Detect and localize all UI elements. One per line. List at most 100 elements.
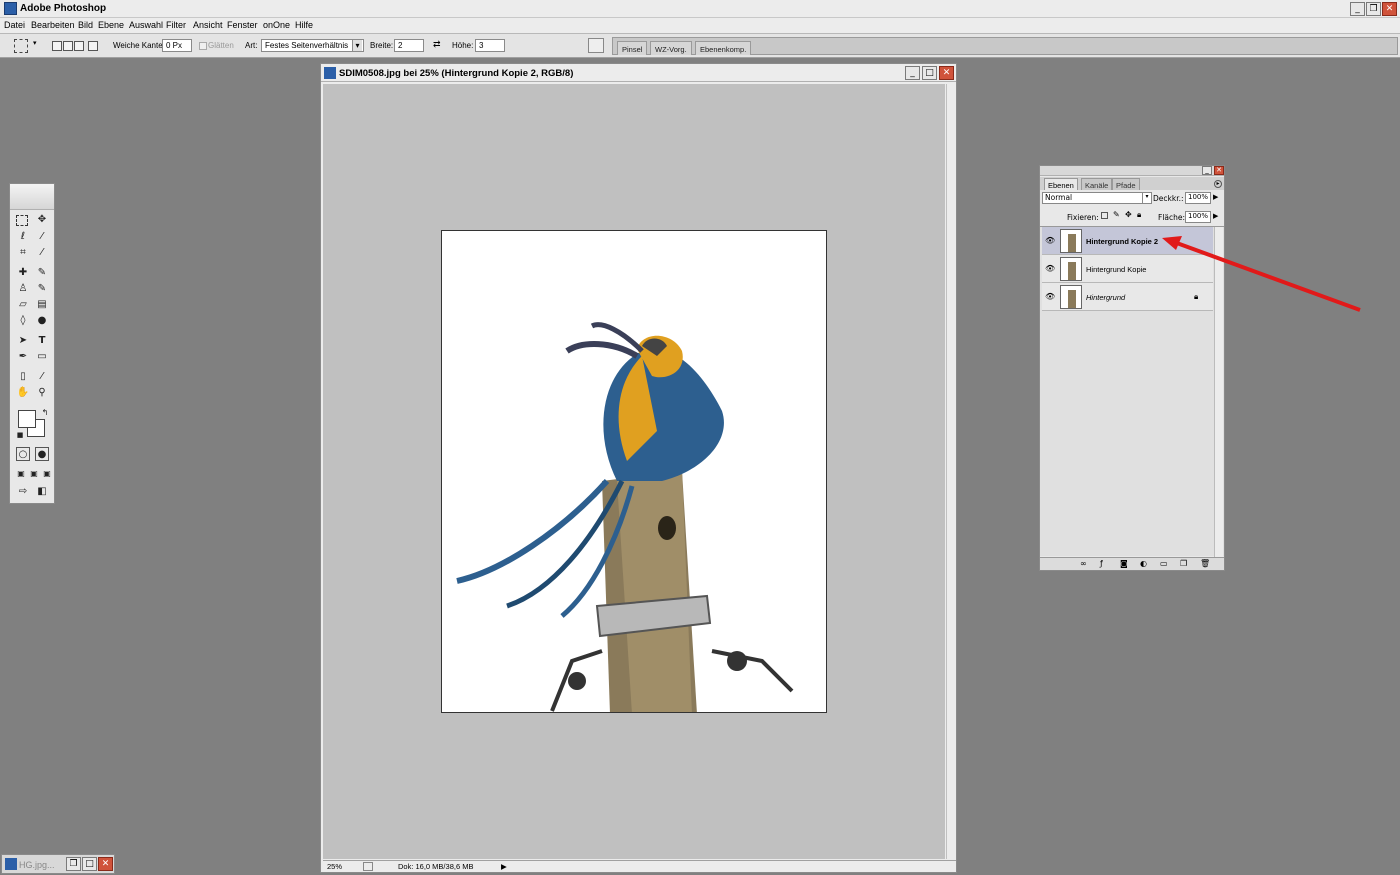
doc-close-button[interactable]: ✕ (939, 66, 954, 80)
tab-pfade[interactable]: Pfade (1112, 178, 1140, 190)
document-image[interactable] (441, 230, 827, 713)
layer-style-icon[interactable]: ƒ (1100, 559, 1103, 568)
magic-wand-tool-icon[interactable]: ⁄ (35, 230, 49, 244)
shape-tool-icon[interactable]: ▭ (35, 350, 49, 364)
visibility-eye-icon[interactable]: 👁︎ (1045, 293, 1055, 301)
add-mask-icon[interactable]: ◙ (1120, 559, 1128, 568)
eraser-tool-icon[interactable]: ▱ (16, 298, 30, 312)
link-layers-icon[interactable]: ∞ (1080, 559, 1087, 568)
restore-window-button[interactable]: ❐ (1366, 2, 1381, 16)
tab-ebenen[interactable]: Ebenen (1044, 178, 1078, 190)
chevron-down-icon[interactable]: ▾ (1142, 193, 1151, 203)
tab-kanaele[interactable]: Kanäle (1081, 178, 1113, 190)
document-vertical-scrollbar[interactable] (946, 84, 956, 859)
swap-colors-icon[interactable]: ↰ (38, 406, 52, 420)
zoom-level[interactable]: 25% (327, 862, 342, 871)
feather-input[interactable]: 0 Px (162, 39, 192, 52)
menu-filter[interactable]: Filter (166, 20, 186, 30)
width-input[interactable]: 2 (394, 39, 424, 52)
lock-transparency-icon[interactable] (1101, 212, 1108, 219)
edit-in-imageready-icon[interactable]: ◧ (35, 485, 49, 499)
opacity-input[interactable]: 100% (1185, 192, 1211, 204)
well-tab-pinsel[interactable]: Pinsel (617, 41, 648, 55)
new-group-icon[interactable]: ▭ (1160, 559, 1168, 568)
crop-tool-icon[interactable]: ⌗ (16, 246, 30, 260)
height-input[interactable]: 3 (475, 39, 505, 52)
layer-name[interactable]: Hintergrund Kopie (1086, 265, 1146, 274)
new-layer-icon[interactable]: ❐ (1180, 559, 1187, 568)
pen-tool-icon[interactable]: ✒ (16, 350, 30, 364)
lock-position-icon[interactable]: ✥ (1125, 210, 1132, 219)
blur-tool-icon[interactable]: ◊ (16, 314, 30, 328)
dodge-tool-icon[interactable]: ● (35, 314, 49, 328)
antialias-checkbox[interactable] (199, 42, 207, 50)
marquee-tool-preset-icon[interactable] (14, 39, 28, 53)
menu-ansicht[interactable]: Ansicht (193, 20, 223, 30)
foreground-color-swatch[interactable] (18, 410, 36, 428)
screen-mode-standard-icon[interactable]: ▣ (14, 467, 28, 481)
close-doc-button[interactable]: ✕ (98, 857, 113, 871)
restore-doc-button[interactable]: ❐ (66, 857, 81, 871)
type-tool-icon[interactable]: T (35, 334, 49, 348)
menu-bearbeiten[interactable]: Bearbeiten (31, 20, 75, 30)
default-colors-icon[interactable]: ■ (13, 428, 27, 442)
zoom-preview-icon[interactable] (363, 862, 373, 871)
add-selection-icon[interactable] (63, 41, 73, 51)
path-selection-tool-icon[interactable]: ➤ (16, 334, 30, 348)
minimize-window-button[interactable]: _ (1350, 2, 1365, 16)
zoom-tool-icon[interactable]: ⚲ (35, 386, 49, 400)
rect-marquee-tool-icon[interactable] (16, 215, 28, 226)
chevron-down-icon[interactable]: ▾ (33, 39, 37, 47)
visibility-eye-icon[interactable]: 👁︎ (1045, 237, 1055, 245)
gradient-tool-icon[interactable]: ▤ (35, 298, 49, 312)
chevron-down-icon[interactable]: ▾ (352, 40, 362, 51)
clone-stamp-tool-icon[interactable]: ♙ (16, 282, 30, 296)
hand-tool-icon[interactable]: ✋ (16, 386, 30, 400)
close-window-button[interactable]: ✕ (1382, 2, 1397, 16)
well-tab-wz-vorg[interactable]: WZ-Vorg. (650, 41, 692, 55)
layer-name[interactable]: Hintergrund (1086, 293, 1125, 302)
history-brush-tool-icon[interactable]: ✎ (35, 282, 49, 296)
doc-size-info[interactable]: Dok: 16,0 MB/38,6 MB (398, 862, 473, 871)
minimized-document[interactable]: HG.jpg... ❐ □ ✕ (1, 854, 115, 874)
intersect-selection-icon[interactable] (88, 41, 98, 51)
menu-hilfe[interactable]: Hilfe (295, 20, 313, 30)
file-browser-icon[interactable] (588, 38, 604, 53)
standard-mode-icon[interactable]: ○ (16, 447, 30, 461)
lasso-tool-icon[interactable]: ℓ (16, 230, 30, 244)
screen-mode-full-menu-icon[interactable]: ▣ (27, 467, 41, 481)
jump-to-imageready-icon[interactable]: ⇨ (16, 485, 30, 499)
menu-datei[interactable]: Datei (4, 20, 25, 30)
canvas-area[interactable] (323, 84, 945, 859)
well-tab-ebenenkomp[interactable]: Ebenenkomp. (695, 41, 752, 55)
swap-dimensions-icon[interactable]: ⇄ (433, 39, 441, 50)
slice-tool-icon[interactable]: ⁄ (35, 246, 49, 260)
delete-layer-icon[interactable]: 🗑︎ (1200, 559, 1210, 568)
doc-minimize-button[interactable]: _ (905, 66, 920, 80)
lock-image-icon[interactable]: ✎ (1113, 210, 1120, 219)
menu-fenster[interactable]: Fenster (227, 20, 258, 30)
opacity-slider-arrow-icon[interactable]: ▶ (1213, 193, 1218, 201)
menu-auswahl[interactable]: Auswahl (129, 20, 163, 30)
panel-close-button[interactable]: ✕ (1214, 166, 1224, 175)
eyedropper-tool-icon[interactable]: ⁄ (35, 370, 49, 384)
screen-mode-full-icon[interactable]: ▣ (40, 467, 54, 481)
brush-tool-icon[interactable]: ✎ (35, 266, 49, 280)
fill-slider-arrow-icon[interactable]: ▶ (1213, 212, 1218, 220)
doc-maximize-button[interactable]: □ (922, 66, 937, 80)
quickmask-mode-icon[interactable]: ● (35, 447, 49, 461)
notes-tool-icon[interactable]: ▯ (16, 370, 30, 384)
move-tool-icon[interactable]: ✥ (35, 213, 49, 227)
layer-name[interactable]: Hintergrund Kopie 2 (1086, 237, 1158, 246)
new-selection-icon[interactable] (52, 41, 62, 51)
fill-input[interactable]: 100% (1185, 211, 1211, 223)
adjustment-layer-icon[interactable]: ◐ (1140, 559, 1147, 568)
panel-menu-arrow-icon[interactable]: ▸ (1214, 180, 1222, 188)
subtract-selection-icon[interactable] (74, 41, 84, 51)
status-menu-arrow-icon[interactable]: ▶ (501, 862, 507, 871)
menu-ebene[interactable]: Ebene (98, 20, 124, 30)
healing-brush-tool-icon[interactable]: ✚ (16, 266, 30, 280)
maximize-doc-button[interactable]: □ (82, 857, 97, 871)
blend-mode-select[interactable]: Normal ▾ (1042, 192, 1152, 204)
panel-minimize-button[interactable]: _ (1202, 166, 1212, 175)
